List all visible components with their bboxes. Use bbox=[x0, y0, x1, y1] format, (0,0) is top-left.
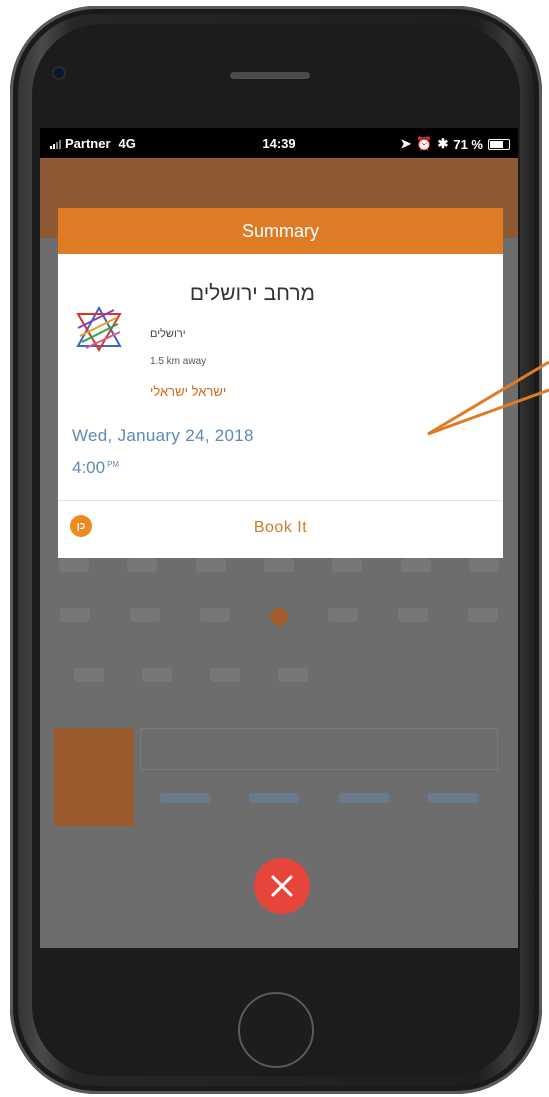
alarm-icon: ⏰ bbox=[416, 136, 433, 151]
annotation-arrow bbox=[427, 360, 549, 436]
background-calendar-row bbox=[40, 668, 518, 682]
status-bar: Partner 4G 14:39 ➤ ⏰ ✱ 71 % bbox=[40, 128, 518, 158]
booking-date: Wed, January 24, 2018 bbox=[72, 426, 254, 445]
book-it-button[interactable]: כן Book It bbox=[58, 501, 503, 558]
book-it-label: Book It bbox=[253, 519, 308, 536]
phone-screen: Partner 4G 14:39 ➤ ⏰ ✱ 71 % Summary מרחב… bbox=[40, 128, 518, 948]
battery-icon bbox=[488, 138, 510, 150]
venue-logo bbox=[76, 306, 122, 352]
close-button[interactable] bbox=[254, 858, 310, 914]
modal-title: Summary bbox=[58, 208, 503, 254]
home-button[interactable] bbox=[238, 992, 314, 1068]
background-calendar-row bbox=[40, 608, 518, 626]
close-icon bbox=[271, 875, 293, 897]
background-time-slots bbox=[140, 783, 498, 813]
background-slot-bar bbox=[140, 728, 498, 770]
venue-type: ישראל ישראלי bbox=[150, 384, 227, 399]
booking-time: 4:00 PM bbox=[72, 458, 119, 478]
front-camera bbox=[54, 68, 64, 78]
venue-name: מרחב ירושלים bbox=[189, 282, 315, 305]
background-date-block bbox=[54, 728, 134, 826]
booking-time-suffix: PM bbox=[107, 460, 120, 469]
booking-time-value: 4:00 bbox=[72, 458, 106, 477]
bluetooth-icon: ✱ bbox=[437, 136, 449, 151]
battery-percent: 71 % bbox=[453, 136, 483, 152]
venue-city: ירושלים bbox=[150, 328, 186, 340]
location-icon: ➤ bbox=[400, 136, 412, 151]
venue-distance: 1.5 km away bbox=[150, 356, 207, 367]
earpiece-speaker bbox=[230, 72, 310, 79]
background-calendar-row bbox=[40, 558, 518, 572]
